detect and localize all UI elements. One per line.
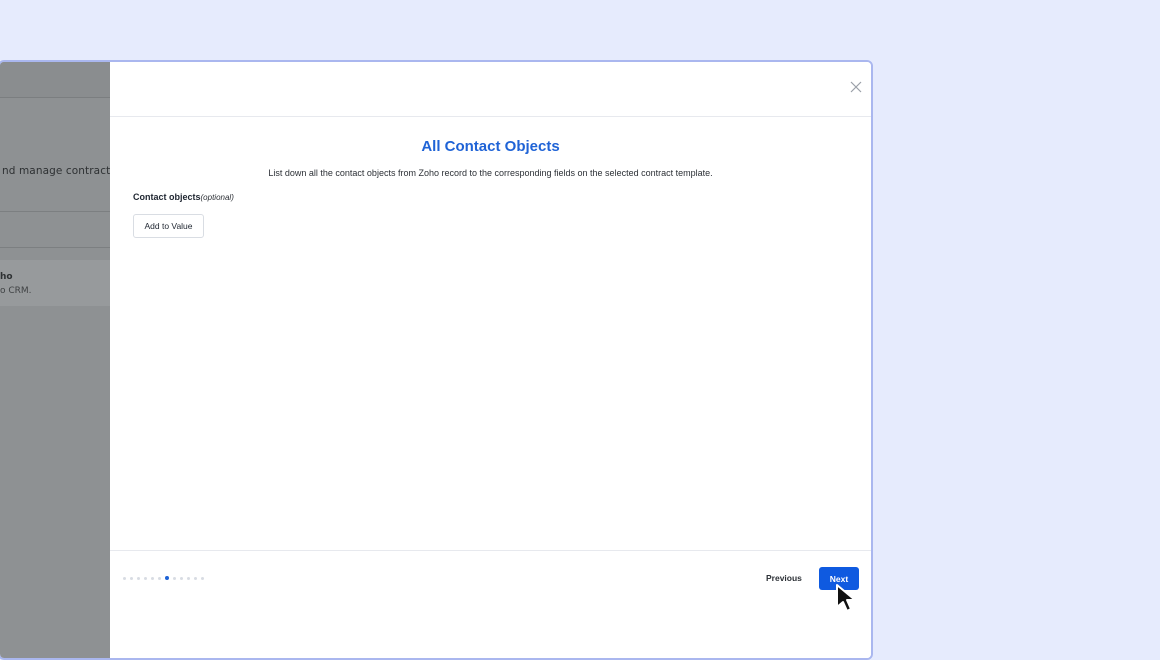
contact-objects-modal: All Contact Objects List down all the co… [110,62,871,658]
background-divider [0,211,110,212]
contact-objects-label: Contact objects(optional) [133,192,234,202]
modal-description: List down all the contact objects from Z… [268,168,713,178]
background-card-title: ho [0,272,13,282]
step-dot [187,576,190,580]
step-dot [158,576,161,580]
app-window: nd manage contracts v ho o CRM. All Cont… [0,60,873,660]
add-to-value-button[interactable]: Add to Value [133,214,204,238]
contact-objects-label-text: Contact objects [133,192,201,202]
close-icon[interactable] [849,80,863,94]
background-divider [0,247,110,248]
background-app-overlay: nd manage contracts v ho o CRM. [0,62,126,658]
step-dot [173,576,176,580]
step-dot [201,576,204,580]
background-card [0,260,110,306]
step-dot [180,576,183,580]
modal-footer: Previous Next [110,550,871,658]
step-progress-dots [123,576,204,580]
step-dot [144,576,147,580]
step-dot [123,576,126,580]
previous-button[interactable]: Previous [760,568,808,588]
step-dot [130,576,133,580]
step-dot [151,576,154,580]
modal-header [110,62,871,117]
background-card-subtitle: o CRM. [0,286,32,296]
step-dot-active [165,576,169,580]
step-dot [137,576,140,580]
modal-title: All Contact Objects [421,138,560,155]
mouse-cursor-icon [836,584,856,612]
optional-tag: (optional) [200,193,234,202]
step-dot [194,576,197,580]
background-description-text: nd manage contracts v [2,165,126,177]
background-topbar [0,62,110,98]
